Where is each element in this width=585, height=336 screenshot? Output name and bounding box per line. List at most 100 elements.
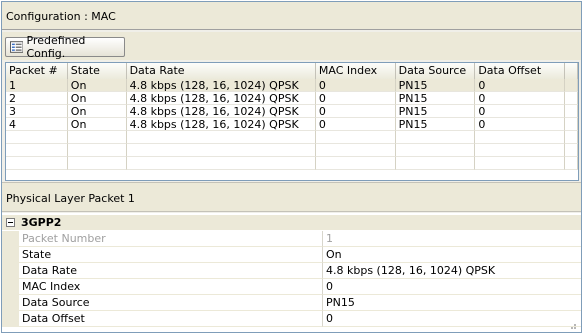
property-gutter (2, 279, 19, 295)
property-name: MAC Index (19, 279, 323, 295)
property-gutter (2, 263, 19, 279)
cell-data-offset (475, 131, 566, 144)
cell-data-source (395, 144, 476, 157)
cell-state (67, 144, 127, 157)
cell-data-source: PN15 (395, 92, 476, 105)
property-row[interactable]: State On (2, 247, 581, 263)
table-row[interactable]: 4 On 4.8 kbps (128, 16, 1024) QPSK 0 PN15 0 (6, 118, 578, 131)
config-header: Configuration : MAC (2, 2, 581, 30)
cell-mac-index: 0 (315, 79, 396, 92)
config-list-icon (10, 41, 24, 53)
column-header-data-offset[interactable]: Data Offset (475, 63, 566, 79)
cell-data-offset: 0 (475, 79, 566, 92)
cell-filler (565, 131, 578, 144)
resize-grip-icon[interactable] (567, 320, 577, 330)
column-header-packet[interactable]: Packet # (6, 63, 68, 79)
cell-packet: 1 (6, 79, 68, 92)
property-value[interactable]: On (323, 247, 581, 263)
predefined-config-label: Predefined Config. (26, 34, 86, 60)
cell-data-rate (126, 144, 316, 157)
toolbar: Predefined Config. (2, 32, 581, 60)
predefined-config-button[interactable]: Predefined Config. (5, 34, 125, 60)
cell-data-offset: 0 (475, 92, 566, 105)
cell-packet (6, 144, 68, 157)
column-header-filler (565, 63, 578, 79)
category-3gpp2[interactable]: 3GPP2 (2, 215, 581, 230)
cell-mac-index: 0 (315, 105, 396, 118)
config-title: Configuration : MAC (6, 10, 116, 23)
property-row[interactable]: Data Rate 4.8 kbps (128, 16, 1024) QPSK (2, 263, 581, 279)
property-row[interactable]: MAC Index 0 (2, 279, 581, 295)
property-value[interactable]: PN15 (323, 295, 581, 311)
cell-state: On (67, 79, 127, 92)
cell-data-offset: 0 (475, 105, 566, 118)
property-row[interactable]: Data Source PN15 (2, 295, 581, 311)
property-row: Packet Number 1 (2, 231, 581, 247)
column-header-state[interactable]: State (68, 63, 127, 79)
cell-data-source: PN15 (395, 79, 476, 92)
cell-state (67, 157, 127, 170)
packet-grid: Packet # State Data Rate MAC Index Data … (5, 62, 579, 181)
cell-data-rate (126, 157, 316, 170)
cell-filler (565, 79, 578, 92)
cell-data-rate (126, 131, 316, 144)
cell-state: On (67, 118, 127, 131)
property-gutter (2, 311, 19, 327)
table-row[interactable]: 3 On 4.8 kbps (128, 16, 1024) QPSK 0 PN15 0 (6, 105, 578, 118)
property-value[interactable]: 0 (323, 279, 581, 295)
property-gutter (2, 231, 19, 247)
cell-data-rate: 4.8 kbps (128, 16, 1024) QPSK (126, 79, 316, 92)
category-label: 3GPP2 (21, 216, 62, 229)
empty-table-row (6, 131, 578, 144)
cell-mac-index (315, 157, 396, 170)
cell-filler (565, 118, 578, 131)
cell-data-rate: 4.8 kbps (128, 16, 1024) QPSK (126, 105, 316, 118)
cell-data-offset: 0 (475, 118, 566, 131)
physical-layer-header: Physical Layer Packet 1 (2, 182, 581, 212)
cell-filler (565, 157, 578, 170)
empty-table-row (6, 144, 578, 157)
property-gutter (2, 295, 19, 311)
column-header-mac-index[interactable]: MAC Index (316, 63, 396, 79)
property-grid: 3GPP2 Packet Number 1 State On Data Rate 4.8 … (2, 213, 581, 332)
cell-packet: 3 (6, 105, 68, 118)
cell-data-source (395, 157, 476, 170)
property-value[interactable]: 4.8 kbps (128, 16, 1024) QPSK (323, 263, 581, 279)
cell-filler (565, 105, 578, 118)
property-name: Packet Number (19, 231, 323, 247)
cell-data-source: PN15 (395, 118, 476, 131)
cell-state: On (67, 105, 127, 118)
cell-mac-index: 0 (315, 92, 396, 105)
property-name: Data Source (19, 295, 323, 311)
cell-data-offset (475, 144, 566, 157)
cell-data-offset (475, 157, 566, 170)
table-row[interactable]: 1 On 4.8 kbps (128, 16, 1024) QPSK 0 PN15 0 (6, 79, 578, 92)
property-gutter (2, 247, 19, 263)
cell-data-source: PN15 (395, 105, 476, 118)
property-name: Data Offset (19, 311, 323, 327)
property-value[interactable]: 0 (323, 311, 581, 327)
cell-filler (565, 92, 578, 105)
collapse-toggle-icon[interactable] (6, 218, 15, 227)
table-row[interactable]: 2 On 4.8 kbps (128, 16, 1024) QPSK 0 PN15 0 (6, 92, 578, 105)
physical-layer-title: Physical Layer Packet 1 (6, 192, 135, 205)
cell-mac-index (315, 131, 396, 144)
cell-packet: 4 (6, 118, 68, 131)
property-value: 1 (323, 231, 581, 247)
cell-state (67, 131, 127, 144)
empty-table-row (6, 157, 578, 170)
cell-data-rate: 4.8 kbps (128, 16, 1024) QPSK (126, 92, 316, 105)
column-header-data-rate[interactable]: Data Rate (127, 63, 316, 79)
cell-data-rate: 4.8 kbps (128, 16, 1024) QPSK (126, 118, 316, 131)
property-name: State (19, 247, 323, 263)
mac-config-window: Configuration : MAC Predefined Config. P… (1, 1, 582, 333)
cell-state: On (67, 92, 127, 105)
cell-packet (6, 131, 68, 144)
cell-mac-index: 0 (315, 118, 396, 131)
cell-filler (565, 144, 578, 157)
cell-packet: 2 (6, 92, 68, 105)
cell-data-source (395, 131, 476, 144)
property-name: Data Rate (19, 263, 323, 279)
property-row[interactable]: Data Offset 0 (2, 311, 581, 327)
column-header-data-source[interactable]: Data Source (396, 63, 476, 79)
